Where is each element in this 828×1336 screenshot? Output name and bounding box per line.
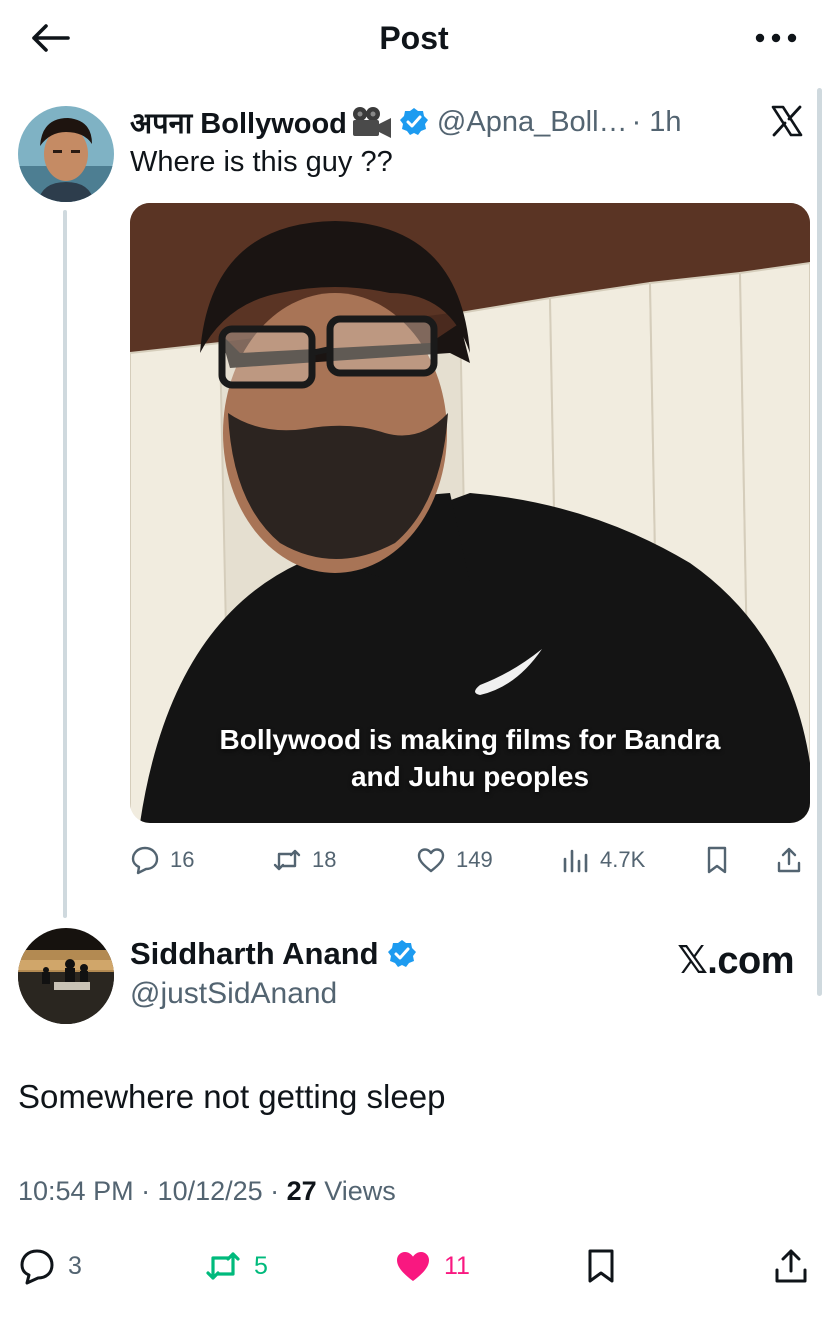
- views-chart-icon: [563, 849, 588, 873]
- quoted-post-image[interactable]: Bollywood is making films for Bandra and…: [130, 203, 810, 823]
- quoted-repost-button[interactable]: 18: [272, 838, 336, 882]
- quoted-post-text: Where is this guy ??: [130, 146, 393, 178]
- author-avatar[interactable]: [18, 928, 114, 1024]
- post-actions: 3 5 11: [0, 1240, 828, 1292]
- author-handle[interactable]: @justSidAnand: [130, 977, 337, 1011]
- repost-icon: [206, 1252, 240, 1280]
- share-icon: [775, 1249, 807, 1283]
- bookmark-button[interactable]: [582, 1240, 632, 1292]
- share-icon: [777, 847, 801, 873]
- quoted-views-count: 4.7K: [600, 847, 646, 872]
- heart-icon: [417, 848, 445, 873]
- movie-camera-icon: [349, 104, 393, 140]
- bookmark-icon: [588, 1249, 614, 1283]
- post-text: Somewhere not getting sleep: [18, 1078, 446, 1115]
- quoted-author-handle[interactable]: @Apna_Boll…: [437, 106, 628, 139]
- verified-badge-icon: [387, 939, 417, 969]
- author-name[interactable]: Siddharth Anand: [130, 936, 379, 972]
- bookmark-icon: [707, 846, 727, 874]
- author-name-row: Siddharth Anand: [130, 936, 417, 972]
- image-caption-line-2: and Juhu peoples: [350, 761, 590, 792]
- post-meta: 10:54 PM · 10/12/25 · 27 Views: [18, 1176, 396, 1207]
- quoted-author-avatar[interactable]: [18, 106, 114, 202]
- x-com-watermark: 𝕏.com: [677, 940, 794, 982]
- top-bar: Post: [0, 0, 828, 76]
- quoted-reply-count: 16: [170, 847, 195, 872]
- quoted-repost-count: 18: [312, 847, 337, 872]
- like-count: 11: [444, 1251, 470, 1280]
- reply-icon: [131, 846, 159, 875]
- views-label: Views: [316, 1176, 396, 1206]
- repost-count: 5: [254, 1251, 268, 1280]
- quoted-reply-button[interactable]: 16: [130, 838, 194, 882]
- more-options-icon[interactable]: [752, 22, 800, 54]
- like-button[interactable]: 11: [394, 1240, 470, 1292]
- verified-badge-icon: [399, 107, 429, 137]
- scrollbar[interactable]: [817, 88, 822, 996]
- quoted-bookmark-button[interactable]: [702, 838, 742, 882]
- reply-count: 3: [68, 1251, 82, 1280]
- quoted-post-header: अपना Bollywood @Apna_Boll… · 1h: [130, 100, 682, 144]
- quoted-like-count: 149: [456, 847, 493, 872]
- reply-button[interactable]: 3: [18, 1240, 82, 1292]
- quoted-share-button[interactable]: [774, 838, 814, 882]
- reply-icon: [20, 1249, 54, 1285]
- post-timestamp[interactable]: 10:54 PM · 10/12/25 ·: [18, 1176, 287, 1206]
- views-count: 27: [286, 1176, 317, 1206]
- repost-icon: [273, 849, 301, 871]
- quoted-like-button[interactable]: 149: [416, 838, 493, 882]
- image-caption: Bollywood is making films for Bandra and…: [130, 721, 810, 795]
- thread-connector-line: [63, 210, 67, 918]
- heart-filled-icon: [397, 1252, 429, 1281]
- quoted-author-name[interactable]: अपना Bollywood: [130, 103, 347, 142]
- quoted-views-button[interactable]: 4.7K: [560, 838, 645, 882]
- repost-button[interactable]: 5: [204, 1240, 268, 1292]
- quoted-post-actions: 16 18 149 4.7K: [130, 838, 810, 882]
- image-caption-line-1: Bollywood is making films for Bandra: [219, 724, 721, 755]
- quoted-post-time: · 1h: [631, 105, 682, 138]
- x-logo-icon: [770, 104, 804, 138]
- page-title: Post: [379, 20, 449, 56]
- share-button[interactable]: [772, 1240, 822, 1292]
